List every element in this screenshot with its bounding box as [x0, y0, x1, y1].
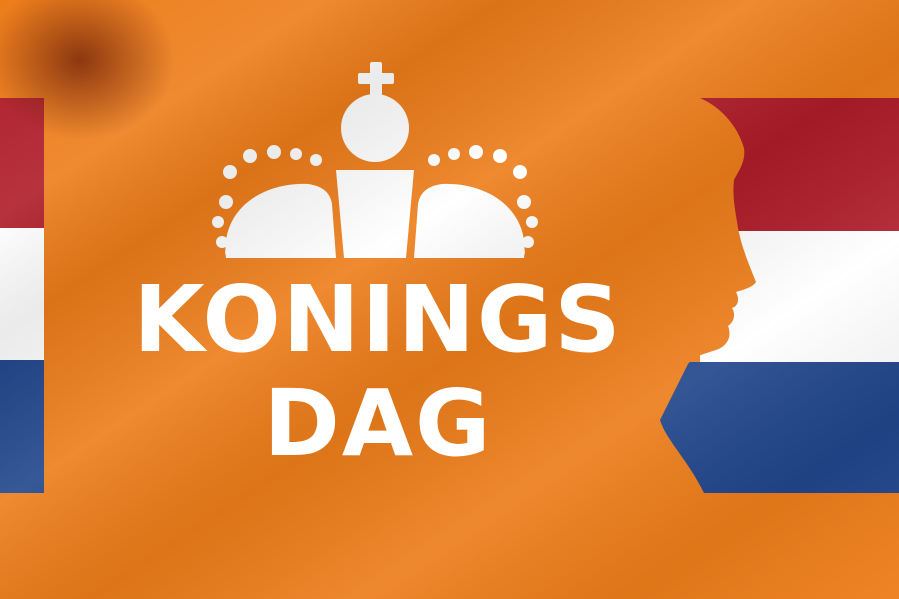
title-line-2: DAG [263, 370, 493, 477]
title-line-1: KONINGS [133, 266, 623, 373]
koningsdag-flag: KONINGS DAG [0, 0, 899, 599]
